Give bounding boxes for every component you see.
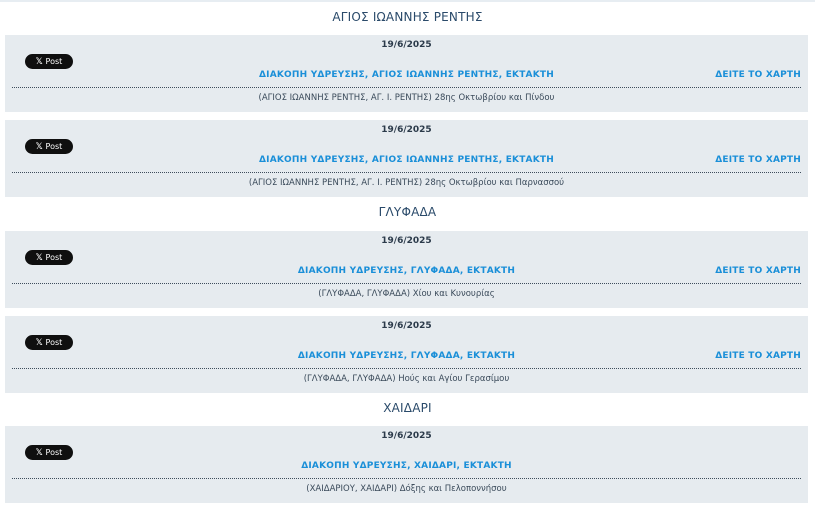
- x-post-label: Post: [45, 338, 63, 347]
- view-map-link[interactable]: ΔΕΙΤΕ ΤΟ ΧΑΡΤΗ: [715, 351, 801, 361]
- view-map-link[interactable]: ΔΕΙΤΕ ΤΟ ΧΑΡΤΗ: [715, 155, 801, 165]
- x-logo-icon: 𝕏: [35, 142, 43, 152]
- top-divider: [0, 0, 815, 2]
- outage-address: (ΓΛΥΦΑΔΑ, ΓΛΥΦΑΔΑ) Ηούς και Αγίου Γερασί…: [303, 374, 510, 384]
- outage-address: (ΑΓΙΟΣ ΙΩΑΝΝΗΣ ΡΕΝΤΗΣ, ΑΓ. Ι. ΡΕΝΤΗΣ) 28…: [258, 93, 555, 103]
- outage-date: 19/6/2025: [381, 431, 432, 441]
- section-title: ΑΓΙΟΣ ΙΩΑΝΝΗΣ ΡΕΝΤΗΣ: [332, 10, 483, 24]
- dotted-divider: [12, 368, 801, 369]
- outage-card: 19/6/2025 𝕏 Post ΔΙΑΚΟΠΗ ΥΔΡΕΥΣΗΣ, ΧΑΙΔΑΡ…: [5, 426, 808, 503]
- outage-address: (ΧΑΙΔΑΡΙΟΥ, ΧΑΙΔΑΡΙ) Δόξης και Πελοποννή…: [306, 484, 507, 494]
- outage-date: 19/6/2025: [381, 236, 432, 246]
- section-title: ΧΑΙΔΑΡΙ: [383, 401, 432, 415]
- outage-headline-link[interactable]: ΔΙΑΚΟΠΗ ΥΔΡΕΥΣΗΣ, ΧΑΙΔΑΡΙ, ΕΚΤΑΚΤΗ: [5, 461, 808, 471]
- x-post-button[interactable]: 𝕏 Post: [25, 139, 73, 154]
- x-logo-icon: 𝕏: [35, 57, 43, 67]
- outage-headline-link[interactable]: ΔΙΑΚΟΠΗ ΥΔΡΕΥΣΗΣ, ΓΛΥΦΑΔΑ, ΕΚΤΑΚΤΗ: [5, 266, 808, 276]
- outage-date: 19/6/2025: [381, 321, 432, 331]
- x-post-label: Post: [45, 448, 63, 457]
- dotted-divider: [12, 478, 801, 479]
- x-logo-icon: 𝕏: [35, 338, 43, 348]
- x-logo-icon: 𝕏: [35, 448, 43, 458]
- x-post-button[interactable]: 𝕏 Post: [25, 335, 73, 350]
- x-post-button[interactable]: 𝕏 Post: [25, 250, 73, 265]
- outage-card: 19/6/2025 𝕏 Post ΔΙΑΚΟΠΗ ΥΔΡΕΥΣΗΣ, ΑΓΙΟΣ …: [5, 120, 808, 197]
- dotted-divider: [12, 87, 801, 88]
- outage-date: 19/6/2025: [381, 40, 432, 50]
- outage-headline-link[interactable]: ΔΙΑΚΟΠΗ ΥΔΡΕΥΣΗΣ, ΑΓΙΟΣ ΙΩΑΝΝΗΣ ΡΕΝΤΗΣ, …: [5, 70, 808, 80]
- dotted-divider: [12, 283, 801, 284]
- section-title: ΓΛΥΦΑΔΑ: [378, 205, 437, 219]
- outage-date: 19/6/2025: [381, 125, 432, 135]
- outage-address: (ΓΛΥΦΑΔΑ, ΓΛΥΦΑΔΑ) Χίου και Κυνουρίας: [318, 289, 495, 299]
- x-post-label: Post: [45, 253, 63, 262]
- x-post-button[interactable]: 𝕏 Post: [25, 54, 73, 69]
- dotted-divider: [12, 172, 801, 173]
- x-post-label: Post: [45, 57, 63, 66]
- x-post-button[interactable]: 𝕏 Post: [25, 445, 73, 460]
- outage-headline-link[interactable]: ΔΙΑΚΟΠΗ ΥΔΡΕΥΣΗΣ, ΑΓΙΟΣ ΙΩΑΝΝΗΣ ΡΕΝΤΗΣ, …: [5, 155, 808, 165]
- x-logo-icon: 𝕏: [35, 253, 43, 263]
- view-map-link[interactable]: ΔΕΙΤΕ ΤΟ ΧΑΡΤΗ: [715, 70, 801, 80]
- outage-card: 19/6/2025 𝕏 Post ΔΙΑΚΟΠΗ ΥΔΡΕΥΣΗΣ, ΑΓΙΟΣ …: [5, 35, 808, 112]
- view-map-link[interactable]: ΔΕΙΤΕ ΤΟ ΧΑΡΤΗ: [715, 266, 801, 276]
- outage-address: (ΑΓΙΟΣ ΙΩΑΝΝΗΣ ΡΕΝΤΗΣ, ΑΓ. Ι. ΡΕΝΤΗΣ) 28…: [248, 178, 565, 188]
- x-post-label: Post: [45, 142, 63, 151]
- outage-card: 19/6/2025 𝕏 Post ΔΙΑΚΟΠΗ ΥΔΡΕΥΣΗΣ, ΓΛΥΦΑΔ…: [5, 316, 808, 393]
- outage-headline-link[interactable]: ΔΙΑΚΟΠΗ ΥΔΡΕΥΣΗΣ, ΓΛΥΦΑΔΑ, ΕΚΤΑΚΤΗ: [5, 351, 808, 361]
- outage-card: 19/6/2025 𝕏 Post ΔΙΑΚΟΠΗ ΥΔΡΕΥΣΗΣ, ΓΛΥΦΑΔ…: [5, 231, 808, 308]
